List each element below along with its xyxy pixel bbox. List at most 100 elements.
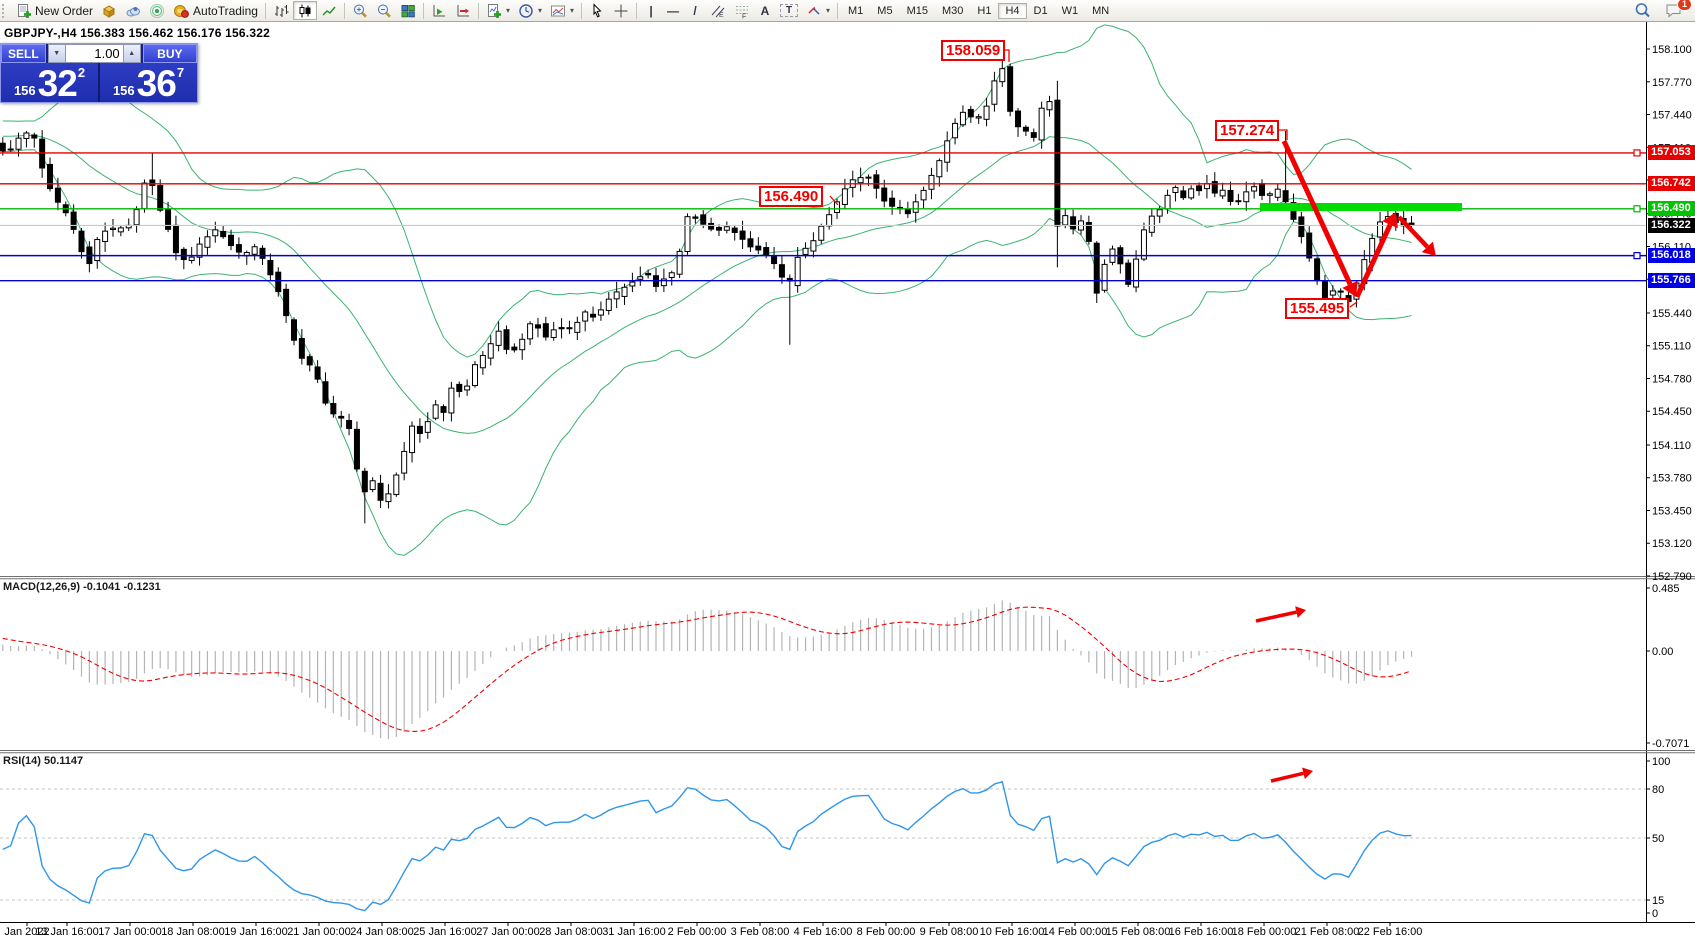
svg-text:18 Jan 08:00: 18 Jan 08:00 [161, 926, 225, 938]
channel-tool[interactable]: E [706, 1, 730, 20]
crosshair-button[interactable] [609, 1, 633, 20]
templates-button[interactable]: ▾ [546, 1, 578, 20]
toolbar-separator [265, 3, 266, 19]
arrows-tool-icon [806, 3, 822, 19]
annotation-label-157.274[interactable]: 157.274 [1215, 120, 1279, 141]
autotrading-icon [173, 3, 190, 19]
chevron-down-icon: ▾ [538, 6, 542, 15]
autotrading-label: AutoTrading [193, 4, 258, 18]
label-tool[interactable]: T [776, 1, 802, 20]
svg-text:3 Feb 08:00: 3 Feb 08:00 [731, 926, 790, 938]
periods-button[interactable]: ▾ [514, 1, 546, 20]
publisher-button[interactable] [121, 1, 145, 20]
svg-text:-0.7071: -0.7071 [1652, 738, 1689, 750]
annotation-label-155.495[interactable]: 155.495 [1285, 298, 1349, 319]
new-order-button[interactable]: New Order [12, 1, 97, 20]
line-chart-button[interactable] [317, 1, 341, 20]
sell-button[interactable]: SELL [1, 44, 46, 63]
zoom-in-button[interactable] [348, 1, 372, 20]
tile-windows-icon [400, 3, 416, 19]
fibonacci-tool[interactable]: F [730, 1, 754, 20]
svg-text:21 Jan 00:00: 21 Jan 00:00 [287, 926, 351, 938]
svg-text:154.780: 154.780 [1652, 373, 1692, 385]
macd-label: MACD(12,26,9) -0.1041 -0.1231 [3, 581, 161, 593]
autotrading-button[interactable]: AutoTrading [169, 1, 262, 20]
auto-scroll-icon [431, 3, 447, 19]
bar-chart-icon [273, 3, 289, 19]
svg-text:18 Feb 00:00: 18 Feb 00:00 [1232, 926, 1297, 938]
bar-chart-button[interactable] [269, 1, 293, 20]
chart-shift-button[interactable] [451, 1, 475, 20]
trendline-tool[interactable]: / [684, 1, 706, 20]
vertical-line-tool[interactable]: | [640, 1, 662, 20]
price-flag-156.018[interactable]: 156.018 [1648, 248, 1695, 263]
bollinger-bands [3, 25, 1412, 555]
annotation-label-156.490[interactable]: 156.490 [759, 186, 823, 207]
chevron-down-icon: ▾ [826, 6, 830, 15]
toolbar-grip[interactable] [2, 4, 8, 18]
timeframe-d1[interactable]: D1 [1027, 3, 1055, 19]
timeframe-m1[interactable]: M1 [841, 3, 870, 19]
price-flag-155.766[interactable]: 155.766 [1648, 273, 1695, 288]
tile-windows-button[interactable] [396, 1, 420, 20]
news-button[interactable] [145, 1, 169, 20]
styler-button[interactable] [97, 1, 121, 20]
volume-input[interactable] [66, 44, 123, 63]
horizontal-line-tool[interactable]: — [662, 1, 684, 20]
trendline-icon: / [688, 4, 702, 18]
svg-text:10 Feb 16:00: 10 Feb 16:00 [980, 926, 1045, 938]
timeframe-m15[interactable]: M15 [900, 3, 935, 19]
support-zone-bar[interactable] [1260, 203, 1462, 211]
toolbar-separator [837, 3, 838, 19]
timeframe-h1[interactable]: H1 [970, 3, 998, 19]
timeframe-h4[interactable]: H4 [998, 3, 1026, 19]
macd-signal-line [3, 607, 1412, 731]
candlestick-chart-button[interactable] [293, 1, 317, 20]
zoom-out-button[interactable] [372, 1, 396, 20]
arrows-tool[interactable]: ▾ [802, 1, 834, 20]
mt4-window: 158.100157.770157.440157.110156.780156.4… [0, 0, 1695, 940]
text-tool[interactable]: A [754, 1, 776, 20]
timeframe-m5[interactable]: M5 [870, 3, 899, 19]
svg-text:153.780: 153.780 [1652, 473, 1692, 485]
zoom-in-icon [352, 3, 368, 19]
buy-button[interactable]: BUY [143, 44, 197, 63]
notifications-button[interactable]: 1 [1661, 1, 1687, 20]
price-flag-156.490[interactable]: 156.490 [1648, 201, 1695, 216]
trend-annotations[interactable] [830, 50, 1462, 781]
time-scale[interactable]: Jan 202213 Jan 16:0017 Jan 00:0018 Jan 0… [4, 923, 1422, 938]
svg-text:22 Feb 16:00: 22 Feb 16:00 [1358, 926, 1423, 938]
cursor-button[interactable] [585, 1, 609, 20]
search-button[interactable] [1630, 1, 1655, 20]
timeframe-w1[interactable]: W1 [1055, 3, 1086, 19]
price-flag-156.322: 156.322 [1648, 218, 1695, 233]
auto-scroll-button[interactable] [427, 1, 451, 20]
macd-histogram [3, 600, 1412, 739]
svg-text:4 Feb 16:00: 4 Feb 16:00 [794, 926, 853, 938]
buy-price-display[interactable]: 156367 [98, 63, 197, 102]
notification-badge: 1 [1677, 0, 1692, 11]
bid-ask-display: 156322 156367 [1, 63, 197, 102]
new-order-icon [16, 3, 32, 19]
svg-text:155.110: 155.110 [1652, 341, 1691, 353]
annotation-label-158.059[interactable]: 158.059 [941, 40, 1005, 61]
svg-text:80: 80 [1652, 784, 1664, 796]
sell-price-prefix: 156 [14, 84, 36, 97]
volume-increase-button[interactable]: ▲ [123, 44, 141, 63]
one-click-trading-panel: SELL ▼ ▲ BUY 156322 156367 [0, 43, 198, 103]
svg-text:27 Jan 00:00: 27 Jan 00:00 [476, 926, 540, 938]
rsi-label: RSI(14) 50.1147 [3, 755, 83, 767]
svg-text:158.100: 158.100 [1652, 44, 1692, 56]
indicators-button[interactable]: ▾ [482, 1, 514, 20]
price-flag-157.053[interactable]: 157.053 [1648, 145, 1695, 160]
timeframe-mn[interactable]: MN [1085, 3, 1116, 19]
timeframe-m30[interactable]: M30 [935, 3, 970, 19]
sell-price-display[interactable]: 156322 [1, 63, 98, 102]
buy-price-prefix: 156 [113, 84, 135, 97]
svg-text:F: F [742, 13, 746, 19]
chart-canvas[interactable]: 158.100157.770157.440157.110156.780156.4… [0, 0, 1695, 940]
svg-text:152.790: 152.790 [1652, 571, 1692, 583]
line-chart-icon [321, 3, 337, 19]
price-flag-156.742[interactable]: 156.742 [1648, 176, 1695, 191]
volume-decrease-button[interactable]: ▼ [48, 44, 66, 63]
